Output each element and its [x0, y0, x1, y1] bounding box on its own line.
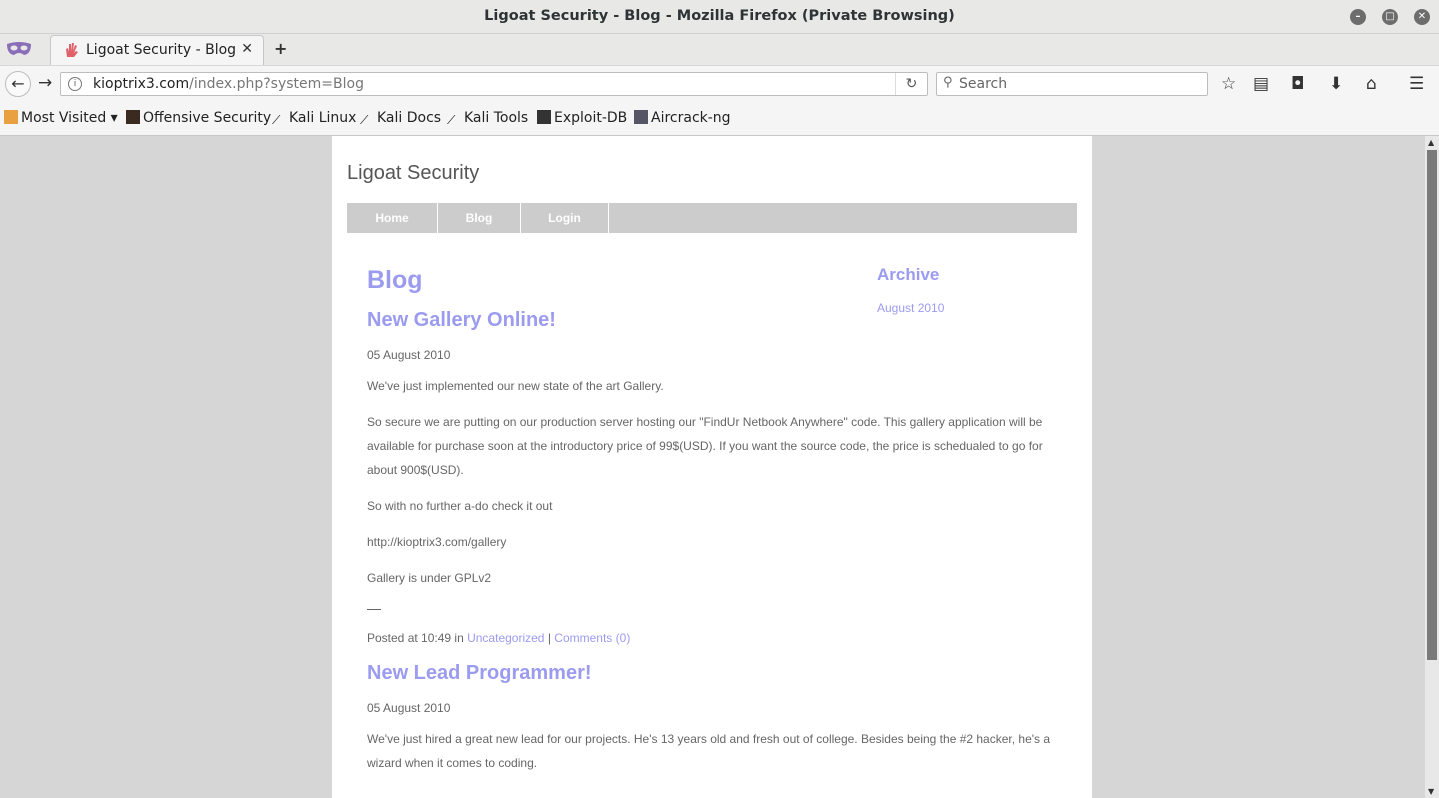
minimize-icon[interactable]: – — [1350, 9, 1366, 25]
kali-dragon-icon: ⟋ — [360, 113, 369, 127]
post-paragraph: So secure we are putting on our producti… — [367, 415, 1043, 477]
scrollbar-thumb[interactable] — [1427, 150, 1437, 660]
comments-link[interactable]: Comments (0) — [554, 631, 630, 645]
post-paragraph: We've just hired a great new lead for ou… — [367, 732, 1051, 770]
post-divider — [367, 609, 381, 610]
scroll-up-arrow-icon[interactable]: ▲ — [1428, 138, 1434, 147]
bookmark-label: Most Visited ▾ — [21, 110, 118, 126]
exploit-db-icon — [537, 110, 551, 124]
site-title: Ligoat Security — [347, 162, 480, 184]
hand-favicon-icon — [66, 43, 78, 57]
private-browsing-mask-icon — [7, 42, 31, 55]
tab-label: Ligoat Security - Blog — [86, 42, 237, 58]
maximize-icon[interactable]: □ — [1382, 9, 1398, 25]
kali-dragon-icon: ⟋ — [272, 113, 281, 127]
url-text[interactable]: kioptrix3.com/index.php?system=Blog — [93, 76, 364, 92]
reload-icon[interactable]: ↻ — [895, 73, 927, 95]
post-paragraph: http://kioptrix3.com/gallery — [367, 535, 507, 549]
search-icon: ⚲ — [943, 75, 953, 90]
window-titlebar: Ligoat Security - Blog - Mozilla Firefox… — [0, 0, 1439, 34]
bookmark-most-visited[interactable]: Most Visited ▾ — [4, 110, 118, 126]
post-paragraph: Gallery is under GPLv2 — [367, 571, 492, 585]
menu-home[interactable]: Home — [347, 203, 438, 233]
tab-close-icon[interactable]: ✕ — [241, 41, 253, 57]
bookmark-label: Kali Linux — [289, 110, 357, 126]
site-menu: Home Blog Login — [347, 203, 1077, 233]
menu-hamburger-icon[interactable]: ☰ — [1409, 74, 1424, 94]
back-arrow-icon[interactable]: ← — [5, 71, 31, 97]
archive-heading: Archive — [877, 265, 940, 284]
bookmark-kali-tools[interactable]: ⟋ Kali Tools — [447, 110, 528, 127]
post-paragraph: So with no further a-do check it out — [367, 499, 553, 513]
post-title[interactable]: New Gallery Online! — [367, 309, 556, 332]
page-container: Ligoat Security Home Blog Login Blog Arc… — [332, 136, 1092, 798]
url-bar[interactable]: i kioptrix3.com/index.php?system=Blog ↻ — [60, 72, 928, 96]
new-tab-icon[interactable]: + — [274, 39, 287, 58]
tab-active[interactable]: Ligoat Security - Blog ✕ — [50, 35, 264, 65]
most-visited-icon — [4, 110, 18, 124]
bookmark-aircrack-ng[interactable]: Aircrack-ng — [634, 110, 731, 126]
info-icon[interactable]: i — [68, 77, 82, 91]
post-paragraph: We've just implemented our new state of … — [367, 379, 664, 393]
post-meta: Posted at 10:49 in Uncategorized | Comme… — [367, 626, 1057, 650]
bookmark-label: Aircrack-ng — [651, 110, 731, 126]
search-bar[interactable]: ⚲ — [936, 72, 1208, 96]
forward-arrow-icon[interactable]: → — [38, 73, 52, 93]
bookmark-label: Kali Docs — [377, 110, 442, 126]
kali-dragon-icon: ⟋ — [447, 113, 456, 127]
navigation-bar: ← → i kioptrix3.com/index.php?system=Blo… — [0, 65, 1439, 101]
scroll-down-arrow-icon[interactable]: ▼ — [1428, 787, 1434, 796]
bookmark-kali-linux[interactable]: ⟋ Kali Linux — [272, 110, 356, 127]
posted-at-text: Posted at 10:49 in — [367, 631, 464, 645]
url-path: /index.php?system=Blog — [189, 76, 364, 92]
bookmark-label: Exploit-DB — [554, 110, 628, 126]
page-heading: Blog — [367, 266, 423, 294]
pocket-icon[interactable]: ◘ — [1291, 74, 1304, 94]
home-icon[interactable]: ⌂ — [1366, 74, 1377, 94]
offensive-security-icon — [126, 110, 140, 124]
search-input[interactable] — [959, 75, 1199, 93]
window-title: Ligoat Security - Blog - Mozilla Firefox… — [484, 8, 955, 24]
page-viewport: Ligoat Security Home Blog Login Blog Arc… — [0, 136, 1425, 798]
aircrack-icon — [634, 110, 648, 124]
menu-login[interactable]: Login — [521, 203, 609, 233]
reading-list-icon[interactable]: ▤ — [1253, 74, 1269, 94]
menu-blog[interactable]: Blog — [438, 203, 521, 233]
meta-divider: | — [547, 631, 551, 645]
bookmark-star-icon[interactable]: ☆ — [1221, 74, 1236, 94]
bookmarks-toolbar: Most Visited ▾ Offensive Security ⟋ Kali … — [0, 101, 1439, 136]
bookmark-label: Kali Tools — [464, 110, 529, 126]
tab-bar: Ligoat Security - Blog ✕ + — [0, 34, 1439, 65]
archive-link-august-2010[interactable]: August 2010 — [877, 301, 944, 315]
bookmark-label: Offensive Security — [143, 110, 272, 126]
bookmark-kali-docs[interactable]: ⟋ Kali Docs — [360, 110, 441, 127]
post-date: 05 August 2010 — [367, 348, 451, 362]
close-window-icon[interactable]: ✕ — [1414, 9, 1430, 25]
download-icon[interactable]: ⬇ — [1329, 74, 1343, 94]
post-date: 05 August 2010 — [367, 701, 451, 715]
page-scrollbar[interactable]: ▲ ▼ — [1425, 136, 1439, 798]
bookmark-exploit-db[interactable]: Exploit-DB — [537, 110, 627, 126]
url-host: kioptrix3.com — [93, 76, 190, 92]
post-title[interactable]: New Lead Programmer! — [367, 662, 592, 685]
bookmark-offensive-security[interactable]: Offensive Security — [126, 110, 271, 126]
category-link[interactable]: Uncategorized — [467, 631, 544, 645]
